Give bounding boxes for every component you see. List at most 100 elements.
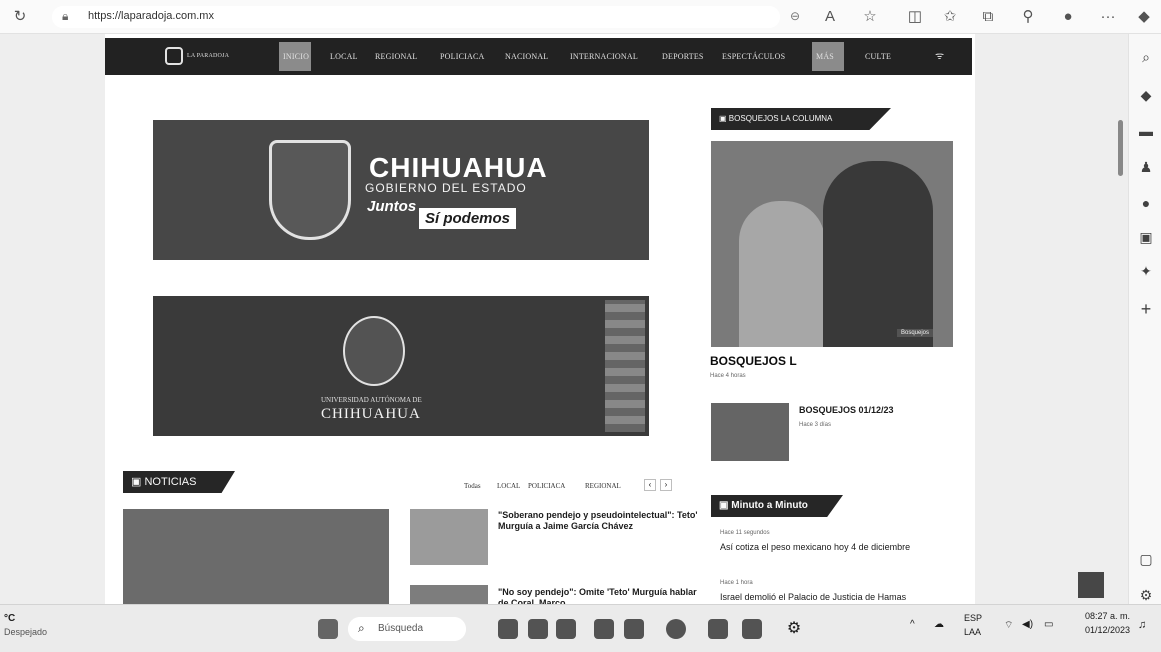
next-arrow-icon[interactable]: › <box>660 479 672 491</box>
minuto-1-title[interactable]: Así cotiza el peso mexicano hoy 4 de dic… <box>720 542 930 553</box>
edge-icon[interactable] <box>666 619 686 639</box>
profile-icon[interactable]: ● <box>1058 6 1078 28</box>
tag-icon[interactable]: ◆ <box>1137 86 1155 104</box>
layout-icon[interactable]: ▢ <box>1137 550 1155 568</box>
weather-temp[interactable]: °C <box>4 613 15 624</box>
taskbar-search-placeholder: Búsqueda <box>378 623 424 634</box>
minuto-label: Minuto a Minuto <box>731 500 808 511</box>
filter-policiaca[interactable]: POLICIACA <box>528 482 565 490</box>
nav-policiaca[interactable]: POLICIACA <box>440 38 484 75</box>
office-icon[interactable]: ● <box>1137 194 1155 212</box>
page-scrollbar[interactable] <box>1117 40 1125 600</box>
bosquejos-main-title[interactable]: BOSQUEJOS L <box>710 354 797 368</box>
outlook-icon[interactable]: ▣ <box>1137 228 1155 246</box>
nav-deportes[interactable]: DEPORTES <box>662 38 704 75</box>
scrollbar-thumb[interactable] <box>1118 120 1123 176</box>
nav-internacional[interactable]: INTERNACIONAL <box>570 38 638 75</box>
site-logo-text[interactable]: LA PARADOJA <box>187 38 229 75</box>
nav-nacional[interactable]: NACIONAL <box>505 38 548 75</box>
nav-local[interactable]: LOCAL <box>330 38 358 75</box>
noticia-2-thumb[interactable] <box>410 585 488 604</box>
address-bar[interactable]: 🔒︎ https://laparadoja.com.mx ⊖ <box>52 6 800 28</box>
games-icon[interactable]: ✦ <box>1137 262 1155 280</box>
lock-icon: 🔒︎ <box>62 9 69 23</box>
bosquejos-icon: ▣ <box>719 114 727 123</box>
banner1-subtitle: GOBIERNO DEL ESTADO <box>365 181 527 195</box>
zoom-icon[interactable]: ⊖ <box>790 9 800 23</box>
favorites-icon[interactable]: ✩ <box>940 6 960 28</box>
battery-icon[interactable]: ▭ <box>1044 619 1053 630</box>
minuto-2-title[interactable]: Israel demolió el Palacio de Justicia de… <box>720 592 960 603</box>
read-aloud-icon[interactable]: A <box>820 6 840 28</box>
search-icon[interactable]: ⌕ <box>1137 48 1155 66</box>
add-icon[interactable]: + <box>1137 300 1155 318</box>
favorite-star-icon[interactable]: ☆ <box>860 6 880 28</box>
minuto-section-tag: ▣ Minuto a Minuto <box>711 495 843 517</box>
clock-time[interactable]: 08:27 a. m. <box>1070 611 1130 621</box>
prev-arrow-icon[interactable]: ‹ <box>644 479 656 491</box>
clock-date[interactable]: 01/12/2023 <box>1070 625 1130 635</box>
widgets-icon[interactable] <box>498 619 518 639</box>
noticia-1-thumb[interactable] <box>410 509 488 565</box>
settings-app-icon[interactable]: ⚙ <box>784 619 804 639</box>
language-bottom[interactable]: LAA <box>964 627 981 637</box>
outlook-app-icon[interactable] <box>742 619 762 639</box>
wifi-icon[interactable]: ⌔ <box>1004 619 1013 632</box>
file-explorer-icon[interactable] <box>624 619 644 639</box>
noticia-1-title[interactable]: "Soberano pendejo y pseudointelectual": … <box>498 510 698 532</box>
floating-widget[interactable] <box>1078 572 1104 598</box>
site-nav: LA PARADOJA INICIO LOCAL REGIONAL POLICI… <box>105 38 972 75</box>
banner1-slogan-b: Sí podemos <box>419 208 517 229</box>
bosquejos-item-title[interactable]: BOSQUEJOS 01/12/23 <box>799 405 894 415</box>
nav-inicio[interactable]: INICIO <box>283 38 309 75</box>
nav-regional[interactable]: REGIONAL <box>375 38 417 75</box>
briefcase-icon[interactable]: ▬ <box>1137 122 1155 140</box>
filter-regional[interactable]: REGIONAL <box>585 482 621 490</box>
search-icon: ⌕ <box>358 621 365 635</box>
state-seal-icon <box>269 140 351 240</box>
filter-todas[interactable]: Todas <box>464 482 481 490</box>
nav-espectaculos[interactable]: ESPECTÁCULOS <box>722 38 785 75</box>
task-view-icon[interactable] <box>528 619 548 639</box>
nav-culte[interactable]: CULTE <box>865 38 891 75</box>
language-top[interactable]: ESP <box>964 613 982 623</box>
noticias-label: NOTICIAS <box>144 476 197 488</box>
store-icon[interactable] <box>708 619 728 639</box>
banner2-title: CHIHUAHUA <box>321 406 421 422</box>
image-person-right <box>823 161 933 347</box>
people-icon[interactable]: ♟ <box>1137 158 1155 176</box>
taskbar-search[interactable]: ⌕ Búsqueda <box>348 617 466 641</box>
teams-icon[interactable] <box>556 619 576 639</box>
chevron-up-icon[interactable]: ^ <box>910 619 915 630</box>
bosquejos-main-image[interactable]: Bosquejos <box>711 141 953 347</box>
copilot-icon[interactable]: ◆ <box>1134 6 1154 28</box>
settings-icon[interactable]: ⚙ <box>1137 586 1155 604</box>
filter-local[interactable]: LOCAL <box>497 482 520 490</box>
weather-desc[interactable]: Despejado <box>4 627 47 637</box>
notification-bell-icon[interactable]: ♫ <box>1138 619 1146 631</box>
bosquejos-item-thumb[interactable] <box>711 403 789 461</box>
onedrive-icon[interactable]: ☁ <box>934 619 944 630</box>
chat-icon[interactable] <box>594 619 614 639</box>
noticia-2-title[interactable]: "No soy pendejo": Omite 'Teto' Murguía h… <box>498 587 698 604</box>
browser-toolbar: ↻ 🔒︎ https://laparadoja.com.mx ⊖ A ☆ ◫ ✩… <box>0 0 1161 34</box>
more-icon[interactable]: ··· <box>1098 6 1118 28</box>
image-person-left <box>739 201 825 347</box>
site-logo-icon[interactable] <box>165 47 183 65</box>
nav-mas[interactable]: MÁS <box>816 38 834 75</box>
collections-icon[interactable]: ⧉ <box>978 6 998 28</box>
taskbar: °C Despejado ⌕ Búsqueda ⚙ ^ ☁ ESP LAA ⌔ … <box>0 604 1161 652</box>
ad-banner-gobierno[interactable]: CHIHUAHUA GOBIERNO DEL ESTADO Juntos Sí … <box>153 120 649 260</box>
noticias-featured-image[interactable] <box>123 509 389 604</box>
url-text: https://laparadoja.com.mx <box>88 10 214 22</box>
noticias-icon: ▣ <box>131 476 142 488</box>
banner1-slogan-a: Juntos <box>367 198 417 215</box>
ad-banner-universidad[interactable]: UNIVERSIDAD AUTÓNOMA DE CHIHUAHUA <box>153 296 649 436</box>
split-screen-icon[interactable]: ◫ <box>905 6 925 28</box>
volume-icon[interactable]: ◀) <box>1022 619 1033 630</box>
extensions-icon[interactable]: ⚲ <box>1018 6 1038 28</box>
banner2-pattern <box>605 300 645 432</box>
refresh-icon[interactable]: ↻ <box>10 6 30 28</box>
windows-start-icon[interactable] <box>318 619 338 639</box>
rss-icon[interactable]: ᯤ <box>935 38 944 75</box>
